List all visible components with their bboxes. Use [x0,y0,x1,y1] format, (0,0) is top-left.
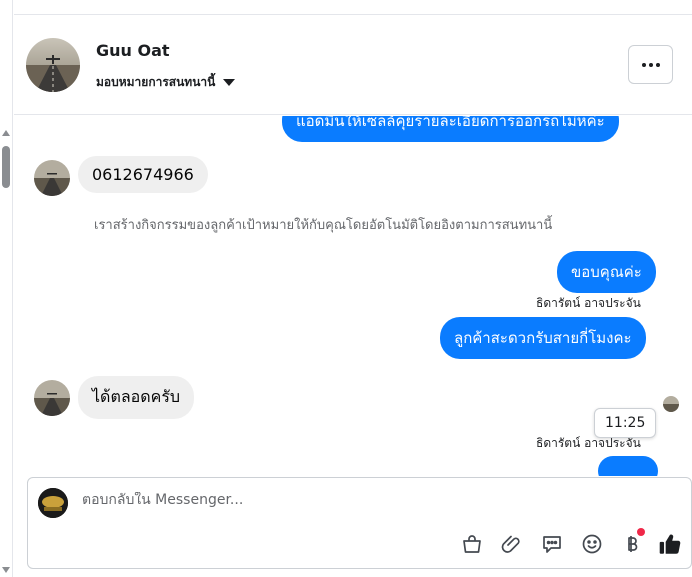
outgoing-message[interactable]: แอดมินให้เซลล์คุยรายละเอียดการออกรถไม่หค… [282,116,619,142]
seen-indicator-avatar [663,396,679,412]
outgoing-message[interactable]: ลูกค้าสะดวกรับสายกี่โมงคะ [440,317,646,359]
system-notice: เราสร้างกิจกรรมของลูกค้าเป้าหมายให้กับคุ… [94,218,553,233]
outgoing-message-partial[interactable] [598,456,658,476]
conversation-header: Guu Oat มอบหมายการสนทนานี้ [14,15,692,115]
reply-input[interactable] [82,492,482,508]
timestamp-tooltip: 11:25 [594,408,657,438]
more-options-button[interactable] [628,45,673,84]
caret-down-icon [223,79,236,86]
messenger-conversation-panel: Guu Oat มอบหมายการสนทนานี้ แอดมินให้เซลล… [0,0,692,577]
scroll-thumb[interactable] [2,146,10,188]
thumbs-up-icon[interactable] [656,530,684,558]
contact-message-avatar [34,160,70,196]
contact-name[interactable]: Guu Oat [96,41,170,60]
incoming-message[interactable]: ได้ตลอดครับ [78,376,195,419]
outgoing-message[interactable]: ขอบคุณค่ะ [557,251,656,293]
page-avatar [38,488,68,518]
scrollbar[interactable] [0,0,13,577]
scroll-down-arrow-icon[interactable] [2,567,10,573]
sender-name: ธิดารัตน์ อาจประจัน [536,296,641,310]
contact-avatar[interactable] [26,38,80,92]
notification-dot [637,528,645,536]
composer-toolbar [458,528,686,558]
contact-message-avatar [34,380,70,416]
shopping-bag-icon[interactable] [458,530,486,558]
reply-composer [27,477,692,569]
baht-icon[interactable] [618,528,646,558]
message-thread[interactable]: แอดมินให้เซลล์คุยรายละเอียดการออกรถไม่หค… [14,116,692,476]
paperclip-icon[interactable] [498,530,526,558]
emoji-icon[interactable] [578,530,606,558]
incoming-message[interactable]: 0612674966 [78,156,208,193]
scroll-up-arrow-icon[interactable] [2,130,10,136]
more-dots-icon [641,62,646,67]
assign-conversation-dropdown[interactable]: มอบหมายการสนทนานี้ [96,73,236,92]
assign-label: มอบหมายการสนทนานี้ [96,75,216,89]
chat-bubble-icon[interactable] [538,530,566,558]
